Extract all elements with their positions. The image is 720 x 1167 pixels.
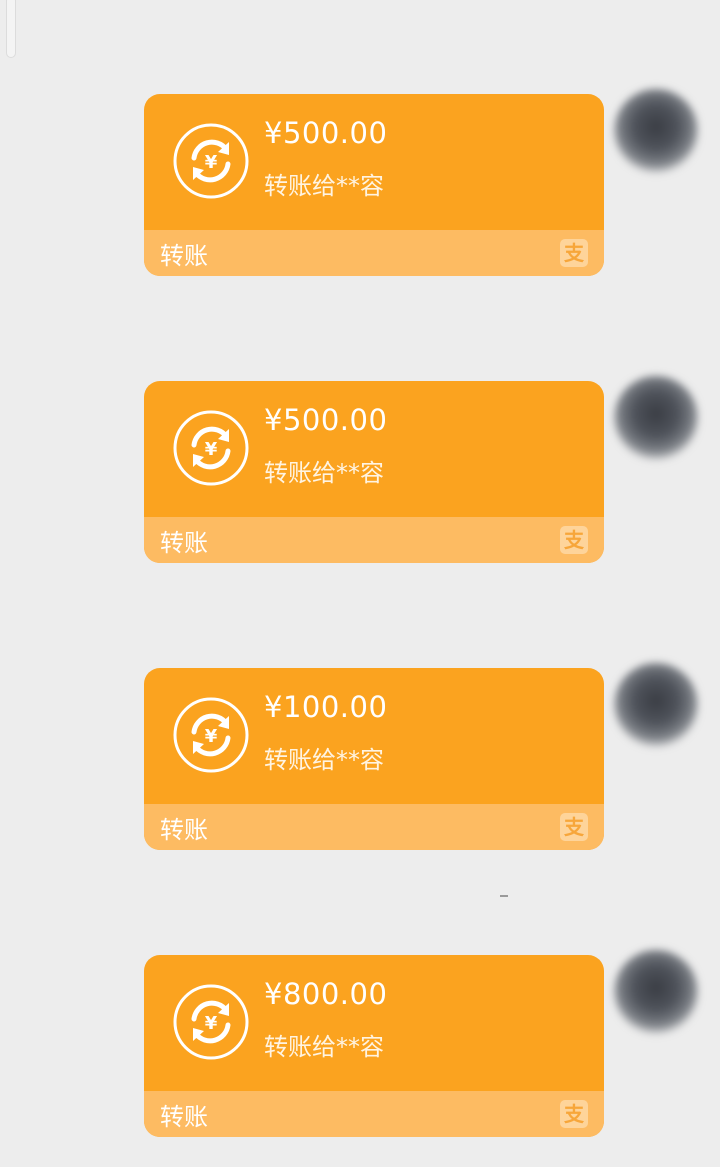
yuan-transfer-icon: ¥ [173, 410, 249, 486]
transfer-recipient: 转账给**容 [264, 746, 384, 774]
transfer-card[interactable]: ¥ ¥500.00 转账给**容 转账 支 [144, 381, 604, 563]
transfer-card-footer: 转账 支 [144, 1091, 604, 1137]
transfer-card-footer: 转账 支 [144, 804, 604, 850]
yuan-transfer-icon: ¥ [173, 984, 249, 1060]
svg-text:¥: ¥ [205, 439, 218, 460]
avatar[interactable] [614, 376, 698, 460]
transfer-amount: ¥500.00 [264, 116, 388, 150]
transfer-card[interactable]: ¥ ¥100.00 转账给**容 转账 支 [144, 668, 604, 850]
transfer-card-footer: 转账 支 [144, 230, 604, 276]
transfer-card-body: ¥ ¥100.00 转账给**容 [144, 668, 604, 804]
yuan-transfer-icon: ¥ [173, 697, 249, 773]
transfer-card-footer: 转账 支 [144, 517, 604, 563]
alipay-logo-icon: 支 [560, 239, 588, 267]
transfer-card-body: ¥ ¥500.00 转账给**容 [144, 381, 604, 517]
transfer-card-body: ¥ ¥500.00 转账给**容 [144, 94, 604, 230]
transfer-label: 转账 [160, 242, 208, 270]
scroll-indicator[interactable] [6, 0, 16, 58]
transfer-recipient: 转账给**容 [264, 172, 384, 200]
message-row: ¥ ¥800.00 转账给**容 转账 支 [0, 950, 720, 1137]
message-row: ¥ ¥500.00 转账给**容 转账 支 [0, 376, 720, 563]
transfer-amount: ¥800.00 [264, 977, 388, 1011]
message-row: ¥ ¥100.00 转账给**容 转账 支 [0, 663, 720, 850]
transfer-recipient: 转账给**容 [264, 1033, 384, 1061]
svg-text:¥: ¥ [205, 152, 218, 173]
transfer-label: 转账 [160, 1103, 208, 1131]
alipay-logo-icon: 支 [560, 813, 588, 841]
transfer-card[interactable]: ¥ ¥500.00 转账给**容 转账 支 [144, 94, 604, 276]
alipay-logo-icon: 支 [560, 526, 588, 554]
svg-text:¥: ¥ [205, 726, 218, 747]
message-row: ¥ ¥500.00 转账给**容 转账 支 [0, 89, 720, 276]
avatar[interactable] [614, 950, 698, 1034]
transfer-recipient: 转账给**容 [264, 459, 384, 487]
transfer-label: 转账 [160, 529, 208, 557]
transfer-card-body: ¥ ¥800.00 转账给**容 [144, 955, 604, 1091]
transfer-amount: ¥100.00 [264, 690, 388, 724]
avatar[interactable] [614, 663, 698, 747]
alipay-logo-icon: 支 [560, 1100, 588, 1128]
transfer-card[interactable]: ¥ ¥800.00 转账给**容 转账 支 [144, 955, 604, 1137]
svg-text:¥: ¥ [205, 1013, 218, 1034]
transfer-amount: ¥500.00 [264, 403, 388, 437]
yuan-transfer-icon: ¥ [173, 123, 249, 199]
transfer-label: 转账 [160, 816, 208, 844]
divider [500, 895, 508, 897]
avatar[interactable] [614, 89, 698, 173]
